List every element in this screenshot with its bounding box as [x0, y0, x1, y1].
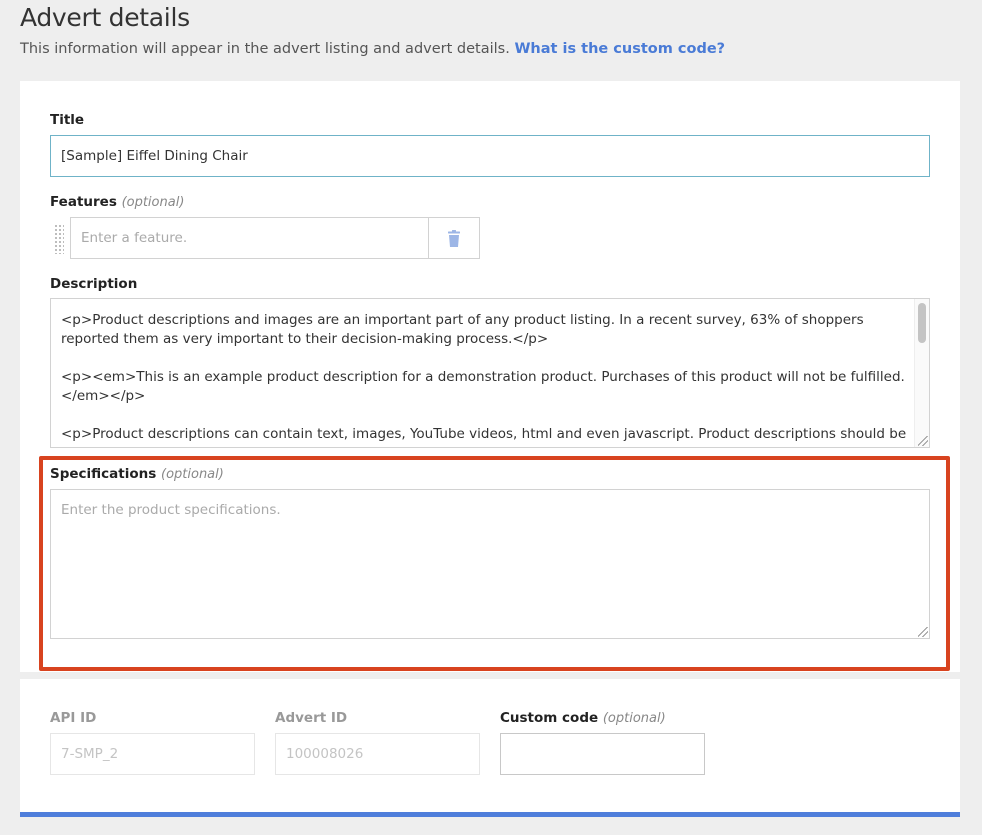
page-title: Advert details [20, 3, 190, 32]
page-subtitle: This information will appear in the adve… [20, 41, 725, 57]
title-label: Title [50, 112, 85, 128]
specifications-textarea[interactable]: Enter the product specifications. [50, 489, 930, 639]
title-input-value: [Sample] Eiffel Dining Chair [61, 148, 248, 164]
description-content: <p>Product descriptions and images are a… [61, 311, 911, 447]
features-label: Features (optional) [50, 194, 184, 210]
custom-code-label-text: Custom code [500, 710, 599, 726]
specifications-resize-handle-icon[interactable] [918, 627, 928, 637]
advert-details-page: Advert details This information will app… [0, 0, 982, 835]
custom-code-optional-hint: (optional) [602, 711, 666, 726]
advert-details-card: Title [Sample] Eiffel Dining Chair Featu… [20, 81, 960, 672]
custom-code-input[interactable] [500, 733, 705, 775]
description-paragraph: <p><em>This is an example product descri… [61, 369, 905, 404]
description-scrollbar[interactable] [914, 299, 929, 447]
features-optional-hint: (optional) [121, 195, 185, 210]
description-paragraph: <p>Product descriptions and images are a… [61, 312, 864, 347]
advert-id-input: 100008026 [275, 733, 480, 775]
advert-id-label: Advert ID [275, 710, 348, 726]
trash-icon [448, 229, 460, 247]
description-paragraph: <p>Product descriptions can contain text… [61, 426, 907, 447]
delete-feature-button[interactable] [428, 217, 480, 259]
subtitle-text: This information will appear in the adve… [20, 41, 510, 57]
advert-ids-card: API ID 7-SMP_2 Advert ID 100008026 Custo… [20, 679, 960, 817]
specifications-optional-hint: (optional) [161, 467, 224, 482]
custom-code-help-link[interactable]: What is the custom code? [514, 41, 725, 57]
description-resize-handle-icon[interactable] [918, 436, 928, 446]
specifications-placeholder: Enter the product specifications. [61, 502, 281, 518]
features-label-text: Features [50, 194, 117, 210]
feature-input-placeholder: Enter a feature. [81, 230, 188, 246]
title-input[interactable]: [Sample] Eiffel Dining Chair [50, 135, 930, 177]
advert-id-value: 100008026 [286, 746, 364, 762]
api-id-label: API ID [50, 710, 97, 726]
api-id-input: 7-SMP_2 [50, 733, 255, 775]
specifications-label-text: Specifications [50, 466, 157, 482]
description-label: Description [50, 276, 138, 292]
custom-code-label: Custom code (optional) [500, 710, 666, 726]
description-scrollbar-thumb[interactable] [918, 303, 926, 343]
specifications-label: Specifications (optional) [50, 466, 224, 482]
drag-handle-icon[interactable] [54, 224, 64, 254]
feature-input[interactable]: Enter a feature. [70, 217, 430, 259]
api-id-value: 7-SMP_2 [61, 746, 119, 762]
description-textarea[interactable]: <p>Product descriptions and images are a… [50, 298, 930, 448]
